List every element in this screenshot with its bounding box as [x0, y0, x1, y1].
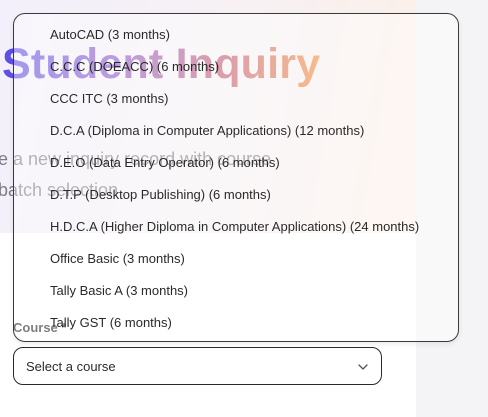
course-option[interactable]: Tally Basic A (3 months)	[50, 275, 188, 307]
course-dropdown-list: AutoCAD (3 months) C.C.C (DOEACC) (6 mon…	[13, 13, 459, 342]
course-option[interactable]: CCC ITC (3 months)	[50, 83, 168, 115]
course-option[interactable]: Office Basic (3 months)	[50, 243, 185, 275]
course-option[interactable]: C.C.C (DOEACC) (6 months)	[50, 51, 219, 83]
course-select-value: Select a course	[26, 359, 116, 374]
course-option[interactable]: Tally GST (6 months)	[50, 307, 172, 339]
course-option[interactable]: AutoCAD (3 months)	[50, 19, 170, 51]
course-option[interactable]: D.C.A (Diploma in Computer Applications)…	[50, 115, 364, 147]
course-option[interactable]: D.E.O (Data Entry Operator) (6 months)	[50, 147, 280, 179]
course-option[interactable]: D.T.P (Desktop Publishing) (6 months)	[50, 179, 271, 211]
course-select[interactable]: Select a course	[13, 347, 382, 385]
chevron-down-icon	[358, 364, 368, 370]
course-option[interactable]: H.D.C.A (Higher Diploma in Computer Appl…	[50, 211, 419, 243]
